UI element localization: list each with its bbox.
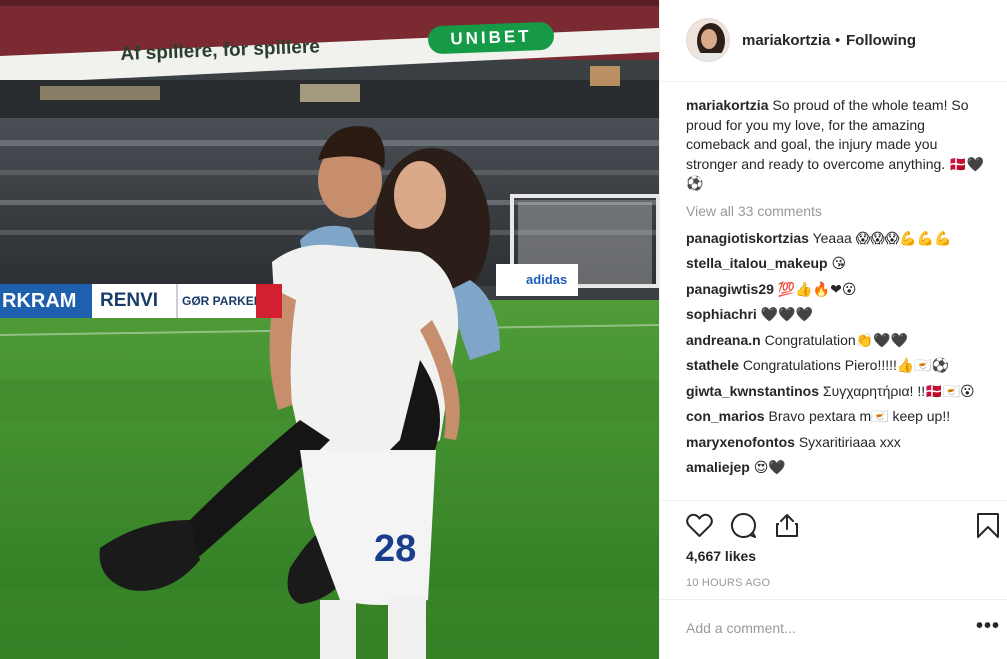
ad-board-adidas: adidas [496,264,578,296]
comment-text: 😘 [831,255,847,271]
comment-text: Congratulation👏🖤🖤 [764,331,908,348]
jersey-number: 28 [374,528,417,570]
comment-text: Bravo pextara m🇨🇾 keep up!! [768,408,951,424]
comment-text: Yeaaa 😱😱😱💪💪💪 [812,229,952,246]
comment-username[interactable]: stella_italou_makeup [686,255,828,271]
share-button[interactable] [772,510,802,540]
comment-text: 🖤🖤🖤 [760,306,813,322]
list-item: panagiotiskortzias Yeaaa 😱😱😱💪💪💪 [686,229,986,248]
comment-username[interactable]: maryxenofontos [686,434,795,450]
ad-board-4 [256,284,282,318]
comment-text: Congratulations Piero!!!!!👍🇨🇾⚽ [742,357,950,373]
post-timestamp[interactable]: 10 HOURS AGO [686,577,770,589]
comment-text: Συγχαρητήρια! !!🇩🇰🇨🇾😮 [822,382,975,399]
list-item: stella_italou_makeup 😘 [686,254,986,273]
ad-board-3: GØR PARKEN REN [176,284,256,318]
add-comment-input[interactable] [686,616,956,640]
comments-list[interactable]: mariakortzia So proud of the whole team!… [686,96,986,494]
list-item: amaliejep 😍🖤 [686,458,986,477]
header-username[interactable]: mariakortzia [742,32,830,49]
comment-username[interactable]: panagiotiskortzias [686,230,809,246]
ad-board-1: RKRAM [0,284,92,318]
sponsor-logo: UNIBET [427,21,555,55]
ad-board-2: RENVI [92,284,176,318]
comment-username[interactable]: andreana.n [686,332,761,348]
view-all-comments-link[interactable]: View all 33 comments [686,202,986,220]
post-side-panel: mariakortzia • Following mariakortzia So… [659,0,1007,659]
header-separator: • [835,32,841,49]
stadium-scene [0,0,659,659]
save-button[interactable] [973,510,1003,540]
following-button[interactable]: Following [846,32,916,49]
like-button[interactable] [684,510,714,540]
heart-icon [685,513,713,537]
comment-text: Syxaritiriaaa xxx [798,433,901,450]
add-comment-bar: ••• [660,599,1007,659]
bookmark-icon [977,512,999,538]
avatar[interactable] [686,18,730,62]
post-header: mariakortzia • Following [660,0,1007,82]
list-item: panagiwtis29 💯👍🔥❤😮 [686,280,986,299]
comment-username[interactable]: amaliejep [686,459,750,475]
comment-username[interactable]: stathele [686,357,739,373]
more-options-icon[interactable]: ••• [976,616,1000,636]
likes-count[interactable]: 4,667 likes [686,548,756,564]
comment-button[interactable] [728,510,758,540]
action-bar [660,500,1007,548]
post-caption: mariakortzia So proud of the whole team!… [686,96,986,194]
list-item: andreana.n Congratulation👏🖤🖤 [686,331,986,350]
comment-username[interactable]: sophiachri [686,306,757,322]
list-item: maryxenofontos Syxaritiriaaa xxx [686,433,986,452]
comment-username[interactable]: panagiwtis29 [686,281,774,297]
speech-bubble-icon [730,512,756,538]
comment-text: 💯👍🔥❤😮 [777,280,857,297]
list-item: sophiachri 🖤🖤🖤 [686,305,986,324]
list-item: con_marios Bravo pextara m🇨🇾 keep up!! [686,407,986,426]
share-icon [776,514,798,537]
comment-username[interactable]: giwta_kwnstantinos [686,383,819,399]
list-item: stathele Congratulations Piero!!!!!👍🇨🇾⚽ [686,356,986,375]
comment-username[interactable]: con_marios [686,408,765,424]
comment-text: 😍🖤 [753,459,786,475]
list-item: giwta_kwnstantinos Συγχαρητήρια! !!🇩🇰🇨🇾😮 [686,382,986,401]
post-photo[interactable]: Af spillere, for spillere UNIBET RKRAM R… [0,0,659,659]
caption-username[interactable]: mariakortzia [686,97,768,113]
avatar-image [687,19,729,61]
